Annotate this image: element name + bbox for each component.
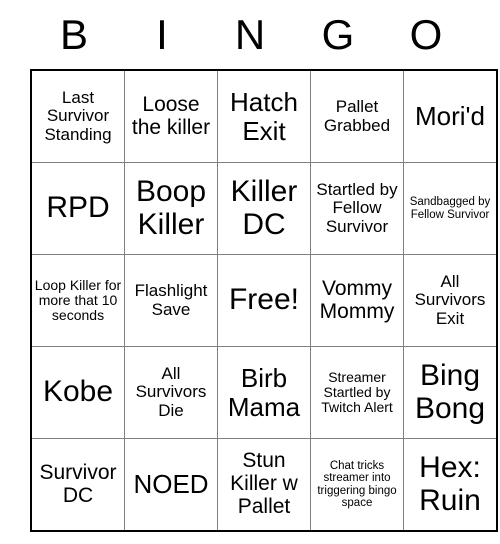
- bingo-cell-label: All Survivors Exit: [414, 271, 486, 328]
- bingo-cell-label: Startled by Fellow Survivor: [316, 179, 398, 236]
- bingo-cell-label: Sandbagged by Fellow Survivor: [409, 196, 491, 221]
- bingo-cell-label: Mori'd: [415, 101, 485, 132]
- bingo-cell[interactable]: Loop Killer for more that 10 seconds: [30, 254, 125, 347]
- bingo-cell[interactable]: Flashlight Save: [124, 254, 218, 347]
- bingo-cell-label: Loose the killer: [131, 92, 211, 139]
- bingo-cell-label: Hex: Ruin: [419, 451, 481, 517]
- bingo-header-letter-b: B: [59, 10, 88, 58]
- bingo-cell[interactable]: Last Survivor Standing: [30, 69, 125, 163]
- bingo-cell-free[interactable]: Free!: [217, 254, 311, 347]
- bingo-row: RPD Boop Killer Killer DC Startled by Fe…: [30, 162, 498, 255]
- bingo-cell-label: NOED: [133, 469, 209, 500]
- bingo-cell[interactable]: Mori'd: [403, 69, 498, 163]
- bingo-header-letter-n: N: [234, 10, 266, 58]
- bingo-grid: Last Survivor Standing Loose the killer …: [30, 69, 498, 532]
- bingo-cell-label: Vommy Mommy: [319, 276, 395, 323]
- bingo-cell-label: Free!: [228, 283, 300, 317]
- bingo-header-letter-o: O: [409, 10, 443, 58]
- bingo-cell[interactable]: Stun Killer w Pallet: [217, 438, 311, 532]
- bingo-cell-label: Hatch Exit: [230, 87, 298, 146]
- bingo-cell-label: Bing Bong: [414, 359, 486, 425]
- bingo-cell[interactable]: Loose the killer: [124, 69, 218, 163]
- bingo-cell[interactable]: Startled by Fellow Survivor: [310, 162, 404, 255]
- bingo-cell-label: Flashlight Save: [134, 281, 208, 319]
- bingo-cell-label: Birb Mama: [227, 363, 301, 422]
- bingo-cell[interactable]: Birb Mama: [217, 346, 311, 439]
- bingo-row: Last Survivor Standing Loose the killer …: [30, 69, 498, 163]
- bingo-cell-label: Streamer Startled by Twitch Alert: [321, 368, 393, 416]
- bingo-cell[interactable]: Hatch Exit: [217, 69, 311, 163]
- bingo-cell-label: Kobe: [42, 375, 114, 409]
- bingo-cell-label: Killer DC: [230, 175, 298, 241]
- bingo-cell[interactable]: Streamer Startled by Twitch Alert: [310, 346, 404, 439]
- bingo-cell[interactable]: Hex: Ruin: [403, 438, 498, 532]
- bingo-header-letter-g: G: [321, 10, 355, 58]
- bingo-cell-label: Survivor DC: [39, 460, 117, 507]
- bingo-cell[interactable]: Sandbagged by Fellow Survivor: [403, 162, 498, 255]
- bingo-cell[interactable]: All Survivors Exit: [403, 254, 498, 347]
- bingo-row: Survivor DC NOED Stun Killer w Pallet Ch…: [30, 438, 498, 532]
- bingo-cell-label: All Survivors Die: [135, 363, 207, 420]
- bingo-cell-label: Boop Killer: [135, 175, 207, 241]
- bingo-header: B I N G O: [30, 0, 470, 69]
- bingo-cell-label: Last Survivor Standing: [44, 87, 112, 144]
- bingo-cell[interactable]: Kobe: [30, 346, 125, 439]
- bingo-cell-label: RPD: [46, 191, 110, 225]
- bingo-cell[interactable]: Boop Killer: [124, 162, 218, 255]
- bingo-row: Loop Killer for more that 10 seconds Fla…: [30, 254, 498, 347]
- bingo-row: Kobe All Survivors Die Birb Mama Streame…: [30, 346, 498, 439]
- bingo-cell[interactable]: All Survivors Die: [124, 346, 218, 439]
- bingo-header-letter-i: I: [156, 10, 168, 58]
- bingo-cell[interactable]: Vommy Mommy: [310, 254, 404, 347]
- bingo-cell-label: Pallet Grabbed: [323, 97, 391, 135]
- bingo-cell[interactable]: Bing Bong: [403, 346, 498, 439]
- bingo-cell-label: Chat tricks streamer into triggering bin…: [317, 459, 397, 509]
- bingo-cell[interactable]: RPD: [30, 162, 125, 255]
- bingo-cell[interactable]: Chat tricks streamer into triggering bin…: [310, 438, 404, 532]
- bingo-card: B I N G O Last Survivor Standing Loose t…: [30, 0, 498, 532]
- bingo-cell-label: Loop Killer for more that 10 seconds: [34, 276, 122, 324]
- bingo-cell[interactable]: Killer DC: [217, 162, 311, 255]
- bingo-cell[interactable]: NOED: [124, 438, 218, 532]
- bingo-cell[interactable]: Survivor DC: [30, 438, 125, 532]
- bingo-cell-label: Stun Killer w Pallet: [230, 449, 298, 518]
- bingo-cell[interactable]: Pallet Grabbed: [310, 69, 404, 163]
